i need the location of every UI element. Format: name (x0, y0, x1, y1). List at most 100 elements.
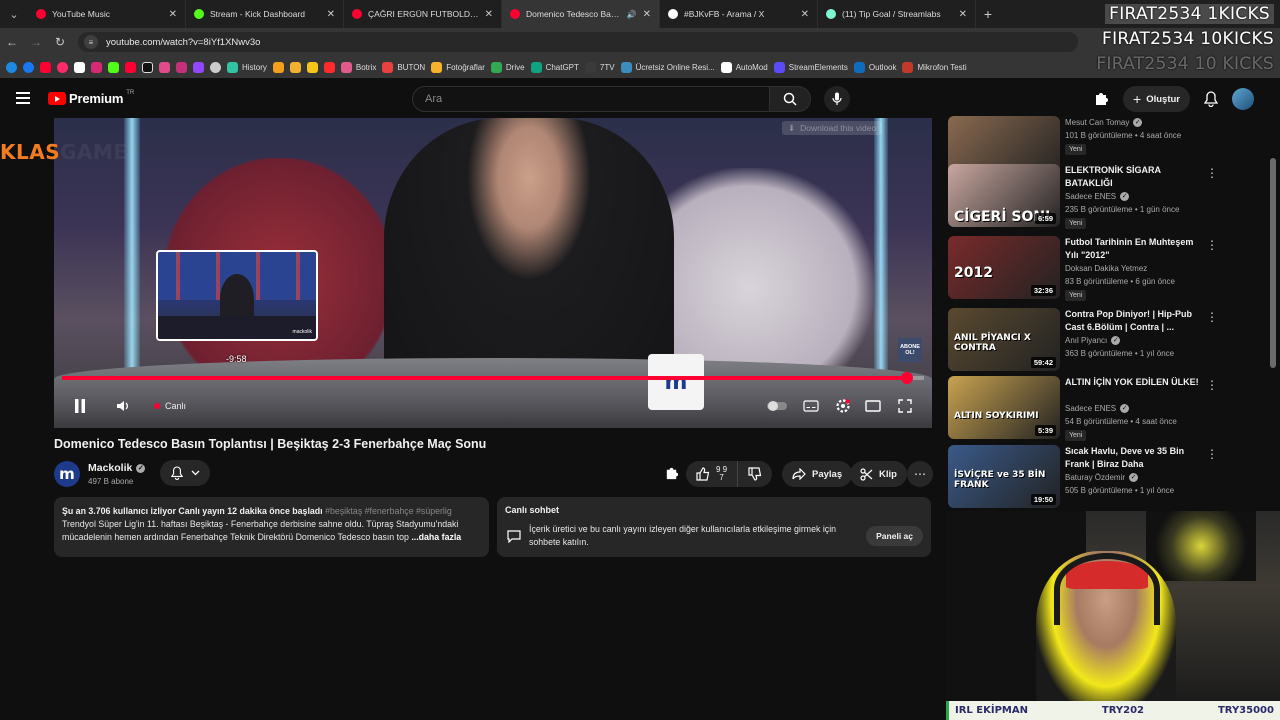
music-icon[interactable] (57, 61, 68, 73)
url-field[interactable]: ≡ youtube.com/watch?v=8iYf1XNwv3o (78, 32, 1078, 52)
reload-button[interactable]: ↻ (48, 28, 72, 56)
recommended-channel[interactable]: Sadece ENES ✓ (1065, 404, 1130, 414)
recommended-channel[interactable]: Baturay Özdemir ✓ (1065, 473, 1139, 483)
bookmark-item[interactable]: 7TV (584, 61, 615, 73)
tiktok-icon[interactable] (142, 61, 153, 73)
volume-button[interactable] (112, 394, 134, 418)
bookmark-item[interactable]: Drive (490, 61, 525, 73)
video-thumbnail[interactable]: ANIL PİYANCI X CONTRA 59:42 (948, 308, 1060, 371)
tab-close-icon[interactable]: ✕ (643, 9, 651, 20)
tab-close-icon[interactable]: ✕ (801, 9, 809, 20)
video-player[interactable]: m ⬇ Download this video ABONE OL! mackol… (54, 118, 932, 428)
recommended-video[interactable]: 2012 32:36 Futbol Tarihinin En Muhteşem Yı… (948, 236, 1228, 301)
progress-bar[interactable] (62, 372, 924, 384)
subtitles-button[interactable] (800, 394, 822, 418)
recommended-video[interactable]: ANIL PİYANCI X CONTRA 59:42 Contra Pop Din… (948, 308, 1228, 372)
bookmark-item[interactable]: ChatGPT (530, 61, 579, 73)
recommended-title[interactable]: ALTIN İÇİN YOK EDİLEN ÜLKE! (1065, 376, 1205, 389)
streamlabs-icon[interactable] (159, 61, 170, 73)
browser-tab[interactable]: YouTube Music ✕ (28, 0, 186, 28)
pause-button[interactable] (68, 394, 92, 418)
youtube-icon[interactable] (40, 61, 51, 73)
browser-tab[interactable]: (11) Tip Goal / Streamlabs ✕ (818, 0, 976, 28)
recommended-title[interactable]: Futbol Tarihinin En Muhteşem Yılı "2012" (1065, 236, 1205, 262)
notifications-bell-icon[interactable] (1204, 91, 1218, 107)
sidebar-scrollbar[interactable] (1270, 158, 1276, 368)
bookmark-item[interactable] (272, 61, 284, 73)
theater-mode-button[interactable] (862, 394, 884, 418)
recommended-channel[interactable]: Sadece ENES ✓ (1065, 192, 1130, 202)
settings-button[interactable] (832, 394, 854, 418)
site-info-icon[interactable]: ≡ (84, 35, 98, 49)
video-thumbnail[interactable]: İSVİÇRE ve 35 BİN FRANK 19:50 (948, 445, 1060, 508)
recommended-video[interactable]: CİGERİ SONI 6:59 ELEKTRONİK SİGARA BATAKLI… (948, 164, 1228, 229)
tab-search-button[interactable]: ⌄ (0, 0, 28, 28)
facebook-icon[interactable] (23, 61, 34, 73)
menu-icon[interactable] (16, 92, 30, 107)
recommended-video[interactable]: İSVİÇRE ve 35 BİN FRANK 19:50 Sıcak Havlu,… (948, 445, 1228, 509)
bookmark-item[interactable] (289, 61, 301, 73)
search-input[interactable] (425, 93, 755, 105)
open-chat-panel-button[interactable]: Paneli aç (866, 526, 923, 546)
instagram-icon[interactable] (91, 61, 102, 73)
voice-search-button[interactable] (824, 86, 850, 112)
bookmark-item[interactable]: BUTON (382, 61, 425, 73)
like-button[interactable]: 9 9 7 (686, 461, 739, 487)
bookmark-item[interactable]: AutoMod (720, 61, 768, 73)
recommended-channel[interactable]: Mesut Can Tomay ✓ (1065, 118, 1143, 128)
search-button[interactable] (769, 86, 811, 112)
puzzle-extension-icon[interactable] (1093, 91, 1109, 107)
bookmark-item[interactable]: Mikrofon Testi (902, 61, 967, 73)
progress-scrubber[interactable] (900, 372, 913, 384)
new-tab-button[interactable]: + (976, 0, 1000, 28)
kick-icon[interactable] (108, 61, 119, 73)
premium-extension-icon[interactable] (664, 466, 679, 481)
chrome-icon[interactable] (6, 61, 17, 73)
browser-tab[interactable]: Stream - Kick Dashboard ✕ (186, 0, 344, 28)
tab-close-icon[interactable]: ✕ (327, 9, 335, 20)
clip-button[interactable]: Klip (850, 461, 907, 487)
forward-button[interactable]: → (24, 28, 48, 56)
notification-settings-button[interactable] (160, 460, 210, 486)
hashtags[interactable]: #beşiktaş #fenerbahçe #süperlig (325, 506, 452, 516)
channel-avatar[interactable]: m (54, 461, 80, 487)
settings-icon[interactable] (210, 61, 221, 73)
discord-icon[interactable] (176, 61, 187, 73)
x-icon[interactable] (74, 61, 85, 73)
back-button[interactable]: ← (0, 28, 24, 56)
download-video-button[interactable]: ⬇ Download this video (782, 121, 883, 135)
browser-tab[interactable]: ÇAĞRI ERGÜN FUTBOLDA NE K ✕ (344, 0, 502, 28)
channel-name[interactable]: Mackolik (88, 462, 132, 474)
video-thumbnail[interactable]: ALTIN SOYKIRIMI 5:39 (948, 376, 1060, 439)
more-vertical-icon[interactable]: ⋮ (1206, 238, 1218, 252)
bookmark-item[interactable]: Botrix (340, 61, 376, 73)
bookmark-item[interactable] (323, 61, 335, 73)
dislike-button[interactable] (738, 461, 772, 487)
bookmark-item[interactable]: Fotoğraflar (431, 61, 485, 73)
more-vertical-icon[interactable]: ⋮ (1206, 310, 1218, 324)
tab-close-icon[interactable]: ✕ (169, 9, 177, 20)
tab-close-icon[interactable]: ✕ (959, 9, 967, 20)
more-vertical-icon[interactable]: ⋮ (1206, 378, 1218, 392)
video-thumbnail[interactable]: CİGERİ SONI 6:59 (948, 164, 1060, 227)
live-badge[interactable]: Canlı (154, 394, 186, 418)
tab-audio-icon[interactable]: 🔊 (627, 10, 637, 19)
browser-tab[interactable]: Domenico Tedesco Basın To 🔊 ✕ (502, 0, 660, 28)
recommended-channel[interactable]: Doksan Dakika Yetmez (1065, 264, 1147, 273)
more-actions-button[interactable]: ⋯ (907, 461, 933, 487)
browser-tab[interactable]: #BJKvFB - Arama / X ✕ (660, 0, 818, 28)
recommended-title[interactable]: Sıcak Havlu, Deve ve 35 Bin Frank | Bira… (1065, 445, 1205, 471)
channel-name-wrap[interactable]: Mackolik ✓ (88, 462, 146, 474)
fullscreen-button[interactable] (894, 394, 916, 418)
account-avatar[interactable] (1232, 88, 1254, 110)
bookmark-item[interactable]: Ücretsiz Online Resi... (620, 61, 715, 73)
bookmark-item[interactable]: History (227, 61, 267, 73)
subscribe-watermark[interactable]: ABONE OL! (898, 338, 922, 362)
bookmark-item[interactable]: StreamElements (773, 61, 848, 73)
bookmark-item[interactable]: Outlook (853, 61, 896, 73)
tab-close-icon[interactable]: ✕ (485, 9, 493, 20)
more-vertical-icon[interactable]: ⋮ (1206, 166, 1218, 180)
recommended-title[interactable]: Contra Pop Diniyor! | Hip-Pub Cast 6.Böl… (1065, 308, 1205, 334)
recommended-video[interactable]: ALTIN SOYKIRIMI 5:39 ALTIN İÇİN YOK EDİLEN… (948, 376, 1228, 441)
autoplay-toggle[interactable] (766, 394, 788, 418)
